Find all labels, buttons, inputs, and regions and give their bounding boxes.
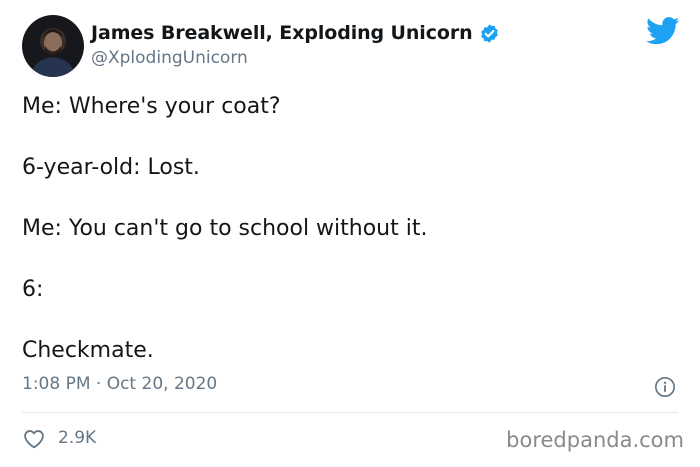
tweet-text: Me: Where's your coat? 6-year-old: Lost.… <box>22 92 672 397</box>
tweet-line: Me: Where's your coat? <box>22 94 281 119</box>
avatar[interactable] <box>22 15 84 77</box>
divider <box>22 412 678 413</box>
tweet-timestamp[interactable]: 1:08 PM · Oct 20, 2020 <box>22 374 217 394</box>
tweet-line: Checkmate. <box>22 338 154 363</box>
author-display-name[interactable]: James Breakwell, Exploding Unicorn <box>91 22 473 44</box>
tweet-line: 6-year-old: Lost. <box>22 155 200 180</box>
author-handle[interactable]: @XplodingUnicorn <box>91 48 248 68</box>
author-name-row: James Breakwell, Exploding Unicorn <box>91 22 500 44</box>
watermark: boredpanda.com <box>506 428 684 452</box>
heart-icon[interactable] <box>23 429 45 449</box>
tweet-line: Me: You can't go to school without it. <box>22 216 428 241</box>
twitter-bird-icon[interactable] <box>646 17 680 45</box>
info-icon[interactable] <box>654 376 676 398</box>
tweet-line: 6: <box>22 277 44 302</box>
like-count[interactable]: 2.9K <box>58 428 96 448</box>
verified-badge-icon <box>480 23 498 43</box>
